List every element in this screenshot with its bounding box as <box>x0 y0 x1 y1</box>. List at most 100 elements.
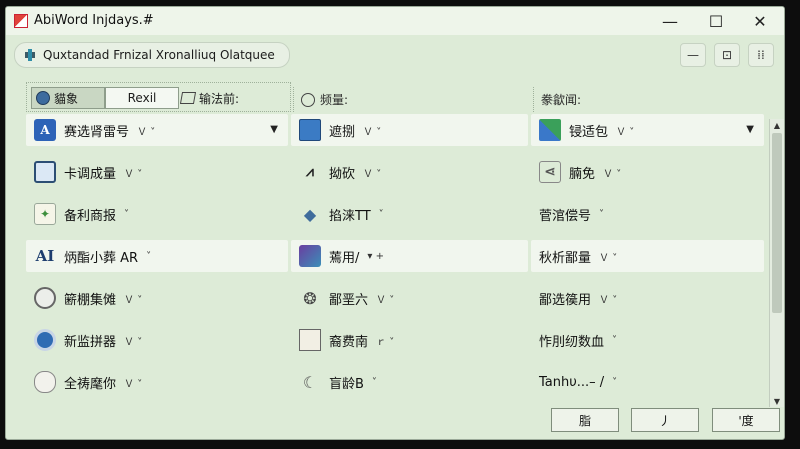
option-label: 卡调成量 <box>64 166 117 182</box>
chevron-down-icon[interactable]: Ｖ ˅ <box>599 291 617 306</box>
scroll-thumb[interactable] <box>772 133 782 313</box>
option-item[interactable]: ❂ 鄙垩六 Ｖ ˅ <box>291 282 528 314</box>
cloud-icon <box>34 371 56 393</box>
option-item[interactable]: 鄙选篌用 Ｖ ˅ <box>531 282 764 314</box>
edit-icon <box>179 92 197 104</box>
tab-third[interactable]: 输法前: <box>179 87 240 109</box>
chevron-down-icon[interactable]: ˅ <box>599 209 604 220</box>
option-label: 炳酯小葬 AR <box>64 250 139 266</box>
section-label: 频量: <box>320 93 349 107</box>
puzzle-brand-icon <box>23 48 37 62</box>
section-header-middle: 频量: <box>301 91 348 108</box>
chevron-down-icon[interactable]: ˅ <box>372 377 377 388</box>
option-item[interactable]: ◆ 掐涞TT ˅ <box>291 198 528 230</box>
option-label: 新监拼器 <box>64 334 117 350</box>
option-item[interactable]: 簖棚集傩 Ｖ ˅ <box>26 282 288 314</box>
dropdown-arrow-icon[interactable]: ▼ <box>270 124 278 135</box>
chevron-down-icon[interactable]: Ｖ ˅ <box>363 165 381 180</box>
chevron-down-icon[interactable]: ˅ <box>612 335 617 346</box>
option-item[interactable]: Tanhυ...– / ˅ <box>531 366 764 398</box>
maximize-button[interactable]: ☐ <box>694 7 738 35</box>
chevron-down-icon[interactable]: ▾ + <box>367 251 384 262</box>
option-item[interactable]: 锓适包 Ｖ ˅ ▼ <box>531 114 764 146</box>
ai-icon: AI <box>35 247 55 265</box>
option-label: 腩免 <box>569 166 596 182</box>
option-item[interactable]: ⩘ 拗砍 Ｖ ˅ <box>291 156 528 188</box>
layout-tool-button[interactable]: ⊡ <box>714 43 740 67</box>
tab-first[interactable]: 貓象 <box>31 87 105 109</box>
grid-tool-button[interactable]: ⁞⁞ <box>748 43 774 67</box>
section-label: 豢歙闻: <box>541 93 582 107</box>
subtitle-text: Quxtandad Frnizal Xronalliuq Olatquee <box>43 48 275 62</box>
clock-icon <box>301 92 315 107</box>
subtitle-toolbar: Quxtandad Frnizal Xronalliuq Olatquee — … <box>6 36 784 72</box>
option-item[interactable]: 卡调成量 Ｖ ˅ <box>26 156 288 188</box>
fold-icon <box>299 329 321 351</box>
option-item[interactable]: 怍刖纫数血 ˅ <box>531 324 764 356</box>
chevron-down-icon[interactable]: ˅ <box>124 209 129 220</box>
disc-icon <box>36 91 50 105</box>
chevron-down-icon[interactable]: Ｖ ˅ <box>616 123 634 138</box>
chevron-down-icon[interactable]: Ｖ ˅ <box>124 291 142 306</box>
tab-label: 貓象 <box>54 91 79 106</box>
close-button[interactable]: ✕ <box>738 7 782 35</box>
section-header-right: 豢歙闻: <box>541 91 581 108</box>
chevron-down-icon[interactable]: ｒ ˅ <box>376 333 394 348</box>
option-label: 鄙垩六 <box>329 292 369 308</box>
vertical-scrollbar[interactable]: ▲ ▼ <box>769 119 784 407</box>
option-label: 怍刖纫数血 <box>539 334 605 350</box>
option-item[interactable]: 新监拼器 Ｖ ˅ <box>26 324 288 356</box>
chevron-down-icon[interactable]: ˅ <box>146 251 151 262</box>
option-item[interactable]: 蔫用/ ▾ + <box>291 240 528 272</box>
dialog-button-3[interactable]: '度 <box>712 408 780 432</box>
scroll-down-icon[interactable]: ▼ <box>770 395 784 407</box>
option-label: 裔费南 <box>329 334 369 350</box>
ring-icon <box>34 329 56 351</box>
moon-icon: ☾ <box>302 372 318 392</box>
option-item[interactable]: 菅涫偿号 ˅ <box>531 198 764 230</box>
minus-tool-button[interactable]: — <box>680 43 706 67</box>
star-icon: ✦ <box>34 203 56 225</box>
option-label: 赛选肾雷号 <box>64 124 130 140</box>
option-label: 拗砍 <box>329 166 356 182</box>
option-item[interactable]: A 赛选肾雷号 Ｖ ˅ ▼ <box>26 114 288 146</box>
swirl-icon: ❂ <box>303 288 317 308</box>
chevron-down-icon[interactable]: ˅ <box>379 209 384 220</box>
option-item[interactable]: 全祷麾你 Ｖ ˅ <box>26 366 288 398</box>
scroll-up-icon[interactable]: ▲ <box>770 119 784 131</box>
chevron-down-icon[interactable]: Ｖ ˅ <box>599 249 617 264</box>
card-icon <box>34 161 56 183</box>
picture-icon <box>299 245 321 267</box>
chevron-down-icon[interactable]: Ｖ ˅ <box>124 333 142 348</box>
chevron-down-icon[interactable]: ˅ <box>612 377 617 388</box>
option-label: Tanhυ...– / <box>539 374 605 390</box>
a-icon: A <box>34 119 56 141</box>
option-item[interactable]: ☾ 盲龄B ˅ <box>291 366 528 398</box>
tab-second[interactable]: Rexil <box>105 87 179 109</box>
chevron-down-icon[interactable]: Ｖ ˅ <box>124 165 142 180</box>
option-label: 掐涞TT <box>329 208 371 224</box>
minimize-button[interactable]: — <box>648 7 692 35</box>
tab-strip: 貓象 Rexil 输法前: <box>26 82 291 112</box>
chevron-down-icon[interactable]: Ｖ ˅ <box>376 291 394 306</box>
option-item[interactable]: AI 炳酯小葬 AR ˅ <box>26 240 288 272</box>
option-label: 锓适包 <box>569 124 609 140</box>
cube-icon: ◆ <box>303 204 317 224</box>
option-label: 鄙选篌用 <box>539 292 592 308</box>
option-label: 全祷麾你 <box>64 376 117 392</box>
option-item[interactable]: ⋖ 腩免 Ｖ ˅ <box>531 156 764 188</box>
option-item[interactable]: 秋析鄙量 Ｖ ˅ <box>531 240 764 272</box>
option-item[interactable]: 遮捌 Ｖ ˅ <box>291 114 528 146</box>
chevron-down-icon[interactable]: Ｖ ˅ <box>124 375 142 390</box>
dialog-button-2[interactable]: 丿 <box>631 408 699 432</box>
chevron-down-icon[interactable]: Ｖ ˅ <box>363 123 381 138</box>
dialog-button-1[interactable]: 脂 <box>551 408 619 432</box>
chevron-down-icon[interactable]: Ｖ ˅ <box>137 123 155 138</box>
option-label: 簖棚集傩 <box>64 292 117 308</box>
option-label: 遮捌 <box>329 124 356 140</box>
option-item[interactable]: 裔费南 ｒ ˅ <box>291 324 528 356</box>
chevron-down-icon[interactable]: Ｖ ˅ <box>603 165 621 180</box>
option-item[interactable]: ✦ 备利商报 ˅ <box>26 198 288 230</box>
dropdown-arrow-icon[interactable]: ▼ <box>746 124 754 135</box>
tab-label: 输法前: <box>199 91 240 106</box>
